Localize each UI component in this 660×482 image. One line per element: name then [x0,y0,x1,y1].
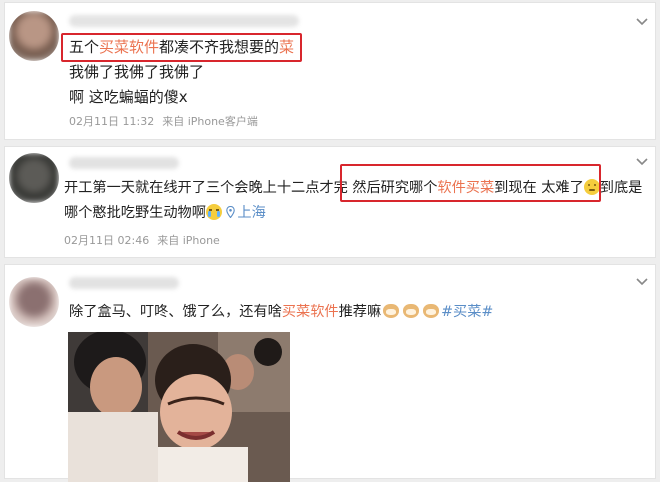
post-meta: 02月11日 11:32 来自 iPhone客户端 [69,113,266,129]
post-source: 来自 iPhone客户端 [162,115,258,128]
post-text-line-2: 哪个憨批吃野生动物啊 上海 [64,204,266,221]
username-blurred[interactable] [69,157,179,169]
annotation-box-2 [340,164,601,202]
username-blurred[interactable] [69,15,299,27]
post-image[interactable] [68,332,290,482]
avatar[interactable] [9,277,59,327]
crying-face-emoji [205,204,222,220]
location-pin-icon [226,206,236,218]
hashtag-link[interactable]: #买菜# [441,304,493,320]
doge-emoji [402,303,420,319]
location-link[interactable]: 上海 [226,205,266,221]
post-text-line-1: 除了盒马、叮咚、饿了么，还有啥买菜软件推荐嘛 #买菜# [69,303,494,320]
avatar[interactable] [9,153,59,203]
chevron-down-icon[interactable] [635,277,649,287]
post-time[interactable]: 02月11日 11:32 [69,115,154,128]
post-card-2: 开工第一天就在线开了三个会晚上十二点才完 然后研究哪个软件买菜到现在 太难了 到底… [4,146,656,258]
post-text-line-3: 啊 这吃蝙蝠的傻x [69,88,188,106]
doge-emoji [382,303,400,319]
avatar[interactable] [9,11,59,61]
post-source: 来自 iPhone [157,234,220,247]
annotation-box-1 [61,33,302,62]
chevron-down-icon[interactable] [635,157,649,167]
post-text-line-2: 我佛了我佛了我佛了 [69,63,205,81]
post-meta: 02月11日 02:46 来自 iPhone [64,232,228,248]
chevron-down-icon[interactable] [635,17,649,27]
post-card-1: 五个买菜软件都凑不齐我想要的菜 我佛了我佛了我佛了 啊 这吃蝙蝠的傻x 02月1… [4,2,656,140]
post-time[interactable]: 02月11日 02:46 [64,234,149,247]
doge-emoji [422,303,440,319]
post-image-content [68,332,290,482]
username-blurred[interactable] [69,277,179,289]
